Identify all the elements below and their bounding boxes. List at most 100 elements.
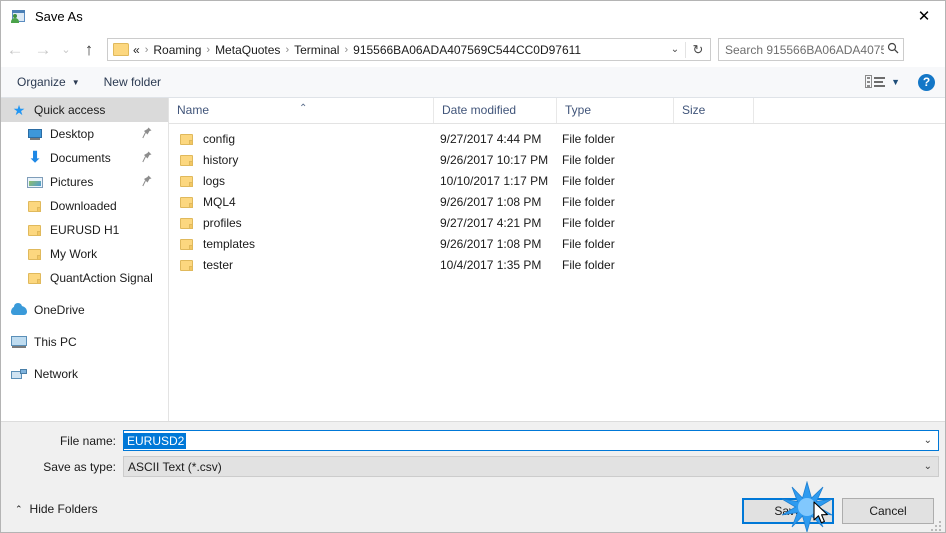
file-date: 9/26/2017 10:17 PM bbox=[440, 152, 549, 167]
save-as-type-row: Save as type: ASCII Text (*.csv) ⌄ bbox=[15, 456, 939, 477]
file-name-row: File name: EURUSD2 ⌄ bbox=[15, 430, 939, 451]
pin-icon[interactable] bbox=[142, 175, 152, 190]
resize-grip[interactable] bbox=[931, 519, 943, 531]
table-row[interactable]: logs 10/10/2017 1:17 PM File folder bbox=[169, 170, 945, 191]
arrow-down-icon: ⬇ bbox=[28, 149, 42, 166]
breadcrumb-root[interactable]: « bbox=[129, 43, 144, 57]
table-row[interactable]: templates 9/26/2017 1:08 PM File folder bbox=[169, 233, 945, 254]
forward-icon[interactable]: → bbox=[29, 36, 57, 64]
sidebar-item-label: EURUSD H1 bbox=[50, 223, 120, 237]
search-box[interactable]: Search 915566BA06ADA40756... bbox=[718, 38, 904, 61]
recent-locations-icon[interactable]: ⌄ bbox=[57, 36, 75, 64]
sidebar-item-eurusd-h1[interactable]: EURUSD H1 bbox=[1, 218, 168, 242]
sidebar-item-label: OneDrive bbox=[34, 303, 85, 317]
sidebar-item-pictures[interactable]: Pictures bbox=[1, 170, 168, 194]
column-header-size[interactable]: Size bbox=[673, 98, 753, 123]
pin-icon[interactable] bbox=[142, 127, 152, 142]
view-mode-icon[interactable] bbox=[865, 74, 887, 90]
folder-icon bbox=[179, 215, 195, 231]
help-icon[interactable]: ? bbox=[918, 73, 935, 91]
file-date: 9/26/2017 1:08 PM bbox=[440, 236, 542, 251]
file-date: 9/27/2017 4:21 PM bbox=[440, 215, 542, 230]
navigation-sidebar: ★ Quick access Desktop ⬇ Documents Pictu… bbox=[1, 98, 169, 421]
chevron-down-icon[interactable]: ▼ bbox=[891, 77, 900, 87]
sidebar-item-quick-access[interactable]: ★ Quick access bbox=[1, 98, 168, 122]
folder-icon bbox=[179, 236, 195, 252]
sidebar-item-label: This PC bbox=[34, 335, 77, 349]
folder-icon bbox=[179, 152, 195, 168]
picture-icon bbox=[27, 174, 43, 190]
column-header-row: Name ⌃ Date modified Type Size bbox=[169, 98, 945, 124]
column-header-name[interactable]: Name ⌃ bbox=[169, 98, 433, 123]
close-icon[interactable]: ✕ bbox=[901, 1, 945, 31]
file-date: 10/4/2017 1:35 PM bbox=[440, 257, 542, 272]
column-header-type[interactable]: Type bbox=[556, 98, 673, 123]
file-name: MQL4 bbox=[203, 194, 236, 209]
sidebar-item-this-pc[interactable]: This PC bbox=[1, 330, 168, 354]
chevron-down-icon[interactable]: ⌄ bbox=[924, 461, 932, 472]
table-row[interactable]: MQL4 9/26/2017 1:08 PM File folder bbox=[169, 191, 945, 212]
sidebar-item-network[interactable]: Network bbox=[1, 362, 168, 386]
new-folder-label: New folder bbox=[103, 75, 161, 89]
table-row[interactable]: tester 10/4/2017 1:35 PM File folder bbox=[169, 254, 945, 275]
sidebar-item-label: My Work bbox=[50, 247, 98, 261]
folder-icon bbox=[179, 173, 195, 189]
chevron-down-icon[interactable]: ⌄ bbox=[924, 435, 932, 446]
monitor-icon bbox=[27, 126, 43, 142]
sidebar-item-label: Network bbox=[34, 367, 79, 381]
file-name-label: File name: bbox=[59, 433, 116, 448]
sidebar-item-label: QuantAction Signal bbox=[50, 271, 153, 285]
table-row[interactable]: config 9/27/2017 4:44 PM File folder bbox=[169, 128, 945, 149]
sidebar-item-label: Downloaded bbox=[50, 199, 117, 213]
file-list: Name ⌃ Date modified Type Size config 9/… bbox=[169, 98, 945, 421]
address-bar[interactable]: « › Roaming › MetaQuotes › Terminal › 91… bbox=[107, 38, 711, 61]
folder-icon bbox=[179, 257, 195, 273]
file-type: File folder bbox=[562, 215, 615, 230]
sidebar-item-documents[interactable]: ⬇ Documents bbox=[1, 146, 168, 170]
sidebar-item-desktop[interactable]: Desktop bbox=[1, 122, 168, 146]
up-icon[interactable]: ↑ bbox=[75, 36, 103, 64]
file-type: File folder bbox=[562, 236, 615, 251]
back-icon[interactable]: ← bbox=[1, 36, 29, 64]
file-name: tester bbox=[203, 257, 234, 272]
new-folder-button[interactable]: New folder bbox=[96, 72, 169, 92]
folder-icon bbox=[179, 131, 195, 147]
folder-icon bbox=[27, 270, 43, 286]
file-name-input[interactable]: EURUSD2 ⌄ bbox=[123, 430, 939, 451]
file-date: 9/26/2017 1:08 PM bbox=[440, 194, 542, 209]
file-name: config bbox=[203, 131, 236, 146]
table-row[interactable]: profiles 9/27/2017 4:21 PM File folder bbox=[169, 212, 945, 233]
star-icon: ★ bbox=[12, 102, 26, 118]
sidebar-item-quantaction-signal[interactable]: QuantAction Signal bbox=[1, 266, 168, 290]
sidebar-item-my-work[interactable]: My Work bbox=[1, 242, 168, 266]
breadcrumb-metaquotes[interactable]: MetaQuotes bbox=[211, 43, 284, 57]
search-input[interactable]: Search 915566BA06ADA40756... bbox=[719, 43, 884, 57]
sidebar-item-label: Pictures bbox=[50, 175, 94, 189]
file-type: File folder bbox=[562, 257, 615, 272]
sidebar-item-downloaded[interactable]: Downloaded bbox=[1, 194, 168, 218]
breadcrumb-roaming[interactable]: Roaming bbox=[149, 43, 205, 57]
cloud-icon bbox=[11, 302, 27, 318]
breadcrumb-terminal-id[interactable]: 915566BA06ADA407569C544CC0D97611 bbox=[349, 43, 585, 57]
refresh-icon[interactable]: ↻ bbox=[685, 41, 710, 58]
save-button[interactable]: Save bbox=[742, 498, 834, 524]
pin-icon[interactable] bbox=[142, 151, 152, 166]
chevron-up-icon: ⌃ bbox=[15, 503, 23, 514]
column-label: Name bbox=[177, 103, 210, 117]
toolbar-right-group: ▼ ? bbox=[865, 73, 945, 91]
cancel-button[interactable]: Cancel bbox=[842, 498, 934, 524]
sidebar-item-onedrive[interactable]: OneDrive bbox=[1, 298, 168, 322]
sort-ascending-icon: ⌃ bbox=[299, 103, 308, 114]
folder-icon bbox=[27, 198, 43, 214]
hide-folders-button[interactable]: ⌃ Hide Folders bbox=[15, 502, 98, 516]
file-name: logs bbox=[203, 173, 226, 188]
file-name: templates bbox=[203, 236, 256, 251]
organize-button[interactable]: Organize ▼ bbox=[9, 72, 88, 92]
table-row[interactable]: history 9/26/2017 10:17 PM File folder bbox=[169, 149, 945, 170]
column-header-date-modified[interactable]: Date modified bbox=[433, 98, 556, 123]
folder-icon bbox=[179, 194, 195, 210]
save-as-type-select[interactable]: ASCII Text (*.csv) ⌄ bbox=[123, 456, 939, 477]
chevron-down-icon[interactable]: ⌄ bbox=[665, 44, 685, 55]
dialog-footer: ⌃ Hide Folders Save Cancel bbox=[1, 490, 945, 532]
breadcrumb-terminal[interactable]: Terminal bbox=[290, 43, 343, 57]
